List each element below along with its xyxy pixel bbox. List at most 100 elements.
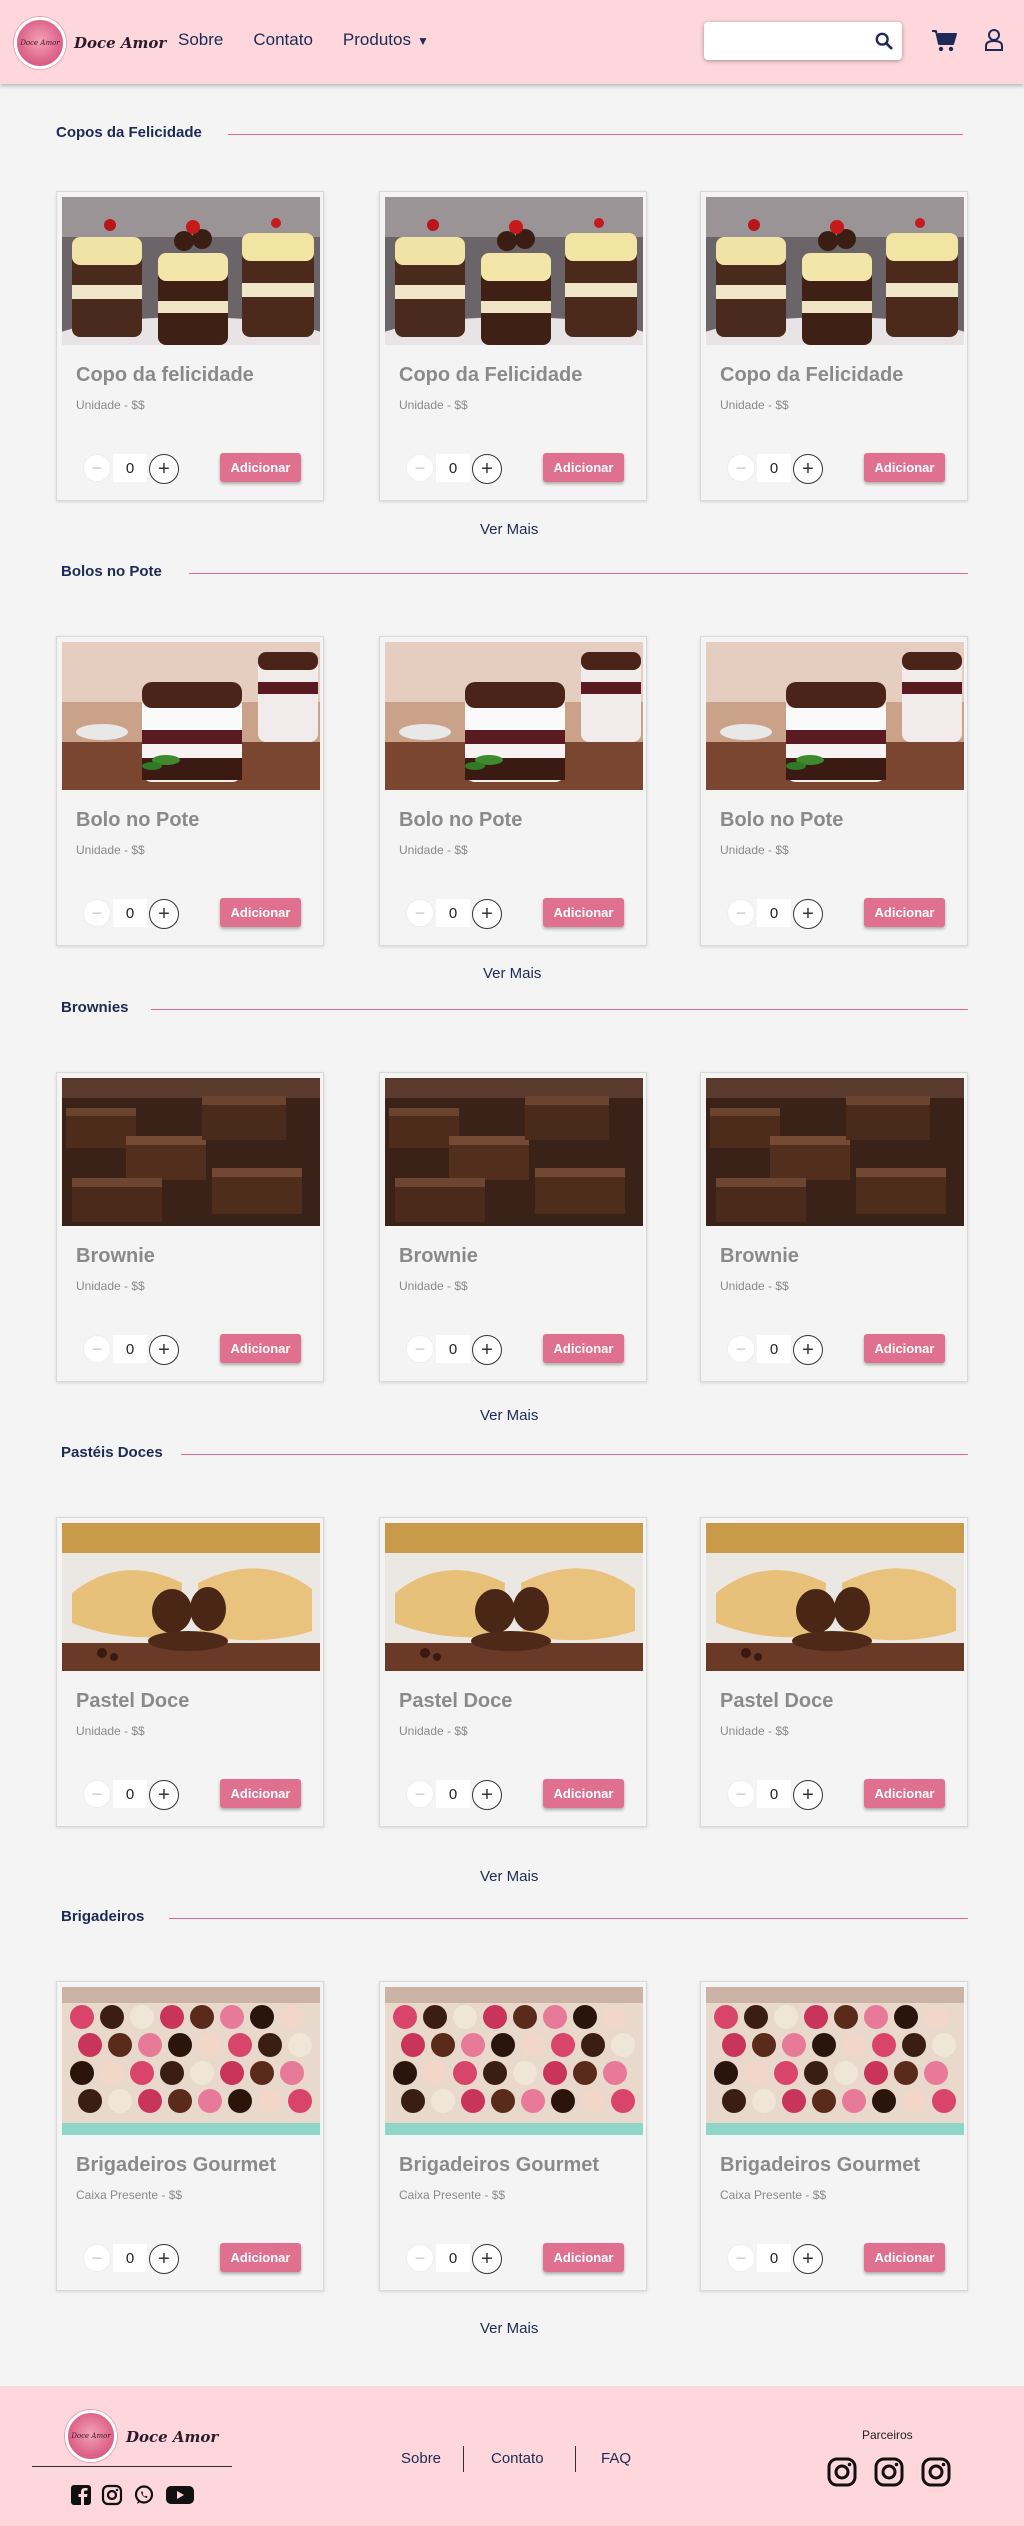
product-image[interactable] <box>706 1987 964 2135</box>
product-image[interactable] <box>62 197 320 345</box>
quantity-value[interactable]: 0 <box>757 1780 791 1808</box>
user-icon[interactable] <box>984 28 1004 52</box>
decrease-quantity-button[interactable]: − <box>406 1780 434 1808</box>
see-more-link[interactable]: Ver Mais <box>483 965 541 982</box>
search-icon[interactable] <box>875 32 893 50</box>
decrease-quantity-button[interactable]: − <box>83 1780 111 1808</box>
increase-quantity-button[interactable]: + <box>472 2244 502 2274</box>
partner-instagram-icon[interactable] <box>873 2456 905 2488</box>
increase-quantity-button[interactable]: + <box>472 454 502 484</box>
add-to-cart-button[interactable]: Adicionar <box>220 1334 301 1363</box>
increase-quantity-button[interactable]: + <box>149 2244 179 2274</box>
product-image[interactable] <box>62 1987 320 2135</box>
footer-link-contato[interactable]: Contato <box>491 2450 544 2467</box>
see-more-link[interactable]: Ver Mais <box>480 2320 538 2337</box>
increase-quantity-button[interactable]: + <box>472 899 502 929</box>
decrease-quantity-button[interactable]: − <box>83 899 111 927</box>
increase-quantity-button[interactable]: + <box>793 454 823 484</box>
increase-quantity-button[interactable]: + <box>149 1335 179 1365</box>
product-image[interactable] <box>706 1078 964 1226</box>
quantity-value[interactable]: 0 <box>113 1780 147 1808</box>
quantity-value[interactable]: 0 <box>436 1780 470 1808</box>
product-image[interactable] <box>385 1523 643 1671</box>
increase-quantity-button[interactable]: + <box>149 1780 179 1810</box>
quantity-value[interactable]: 0 <box>436 899 470 927</box>
decrease-quantity-button[interactable]: − <box>406 2244 434 2272</box>
product-image[interactable] <box>706 642 964 790</box>
quantity-value[interactable]: 0 <box>113 2244 147 2272</box>
quantity-value[interactable]: 0 <box>436 2244 470 2272</box>
decrease-quantity-button[interactable]: − <box>727 454 755 482</box>
decrease-quantity-button[interactable]: − <box>406 454 434 482</box>
nav-produtos[interactable]: Produtos ▼ <box>343 30 429 50</box>
add-to-cart-button[interactable]: Adicionar <box>543 2243 624 2272</box>
add-to-cart-button[interactable]: Adicionar <box>220 453 301 482</box>
quantity-value[interactable]: 0 <box>436 454 470 482</box>
add-to-cart-button[interactable]: Adicionar <box>220 2243 301 2272</box>
decrease-quantity-button[interactable]: − <box>406 1335 434 1363</box>
quantity-value[interactable]: 0 <box>436 1335 470 1363</box>
decrease-quantity-button[interactable]: − <box>727 2244 755 2272</box>
whatsapp-icon[interactable] <box>133 2484 155 2506</box>
add-to-cart-button[interactable]: Adicionar <box>864 2243 945 2272</box>
quantity-value[interactable]: 0 <box>113 1335 147 1363</box>
add-to-cart-button[interactable]: Adicionar <box>543 453 624 482</box>
see-more-link[interactable]: Ver Mais <box>480 1407 538 1424</box>
facebook-icon[interactable] <box>70 2484 92 2506</box>
quantity-value[interactable]: 0 <box>757 1335 791 1363</box>
increase-quantity-button[interactable]: + <box>472 1335 502 1365</box>
logo[interactable]: Doce Amor Doce Amor <box>14 17 166 69</box>
increase-quantity-button[interactable]: + <box>472 1780 502 1810</box>
increase-quantity-button[interactable]: + <box>149 899 179 929</box>
see-more-link[interactable]: Ver Mais <box>480 1868 538 1885</box>
add-to-cart-button[interactable]: Adicionar <box>864 453 945 482</box>
nav-sobre[interactable]: Sobre <box>178 30 223 50</box>
add-to-cart-button[interactable]: Adicionar <box>543 1334 624 1363</box>
add-to-cart-button[interactable]: Adicionar <box>864 1779 945 1808</box>
quantity-value[interactable]: 0 <box>113 454 147 482</box>
decrease-quantity-button[interactable]: − <box>83 1335 111 1363</box>
product-image[interactable] <box>62 642 320 790</box>
add-to-cart-button[interactable]: Adicionar <box>864 898 945 927</box>
increase-quantity-button[interactable]: + <box>793 1335 823 1365</box>
decrease-quantity-button[interactable]: − <box>83 2244 111 2272</box>
footer-logo-badge[interactable]: Doce Amor <box>65 2410 117 2462</box>
increase-quantity-button[interactable]: + <box>793 1780 823 1810</box>
product-image[interactable] <box>385 1078 643 1226</box>
partner-instagram-icon[interactable] <box>920 2456 952 2488</box>
quantity-value[interactable]: 0 <box>757 2244 791 2272</box>
nav-contato[interactable]: Contato <box>253 30 313 50</box>
quantity-value[interactable]: 0 <box>113 899 147 927</box>
product-price: Unidade - $$ <box>399 1279 468 1293</box>
youtube-icon[interactable] <box>165 2484 195 2506</box>
add-to-cart-button[interactable]: Adicionar <box>864 1334 945 1363</box>
add-to-cart-button[interactable]: Adicionar <box>543 898 624 927</box>
product-image[interactable] <box>706 1523 964 1671</box>
footer-link-faq[interactable]: FAQ <box>601 2450 631 2467</box>
quantity-value[interactable]: 0 <box>757 454 791 482</box>
increase-quantity-button[interactable]: + <box>149 454 179 484</box>
footer-link-sobre[interactable]: Sobre <box>401 2450 441 2467</box>
add-to-cart-button[interactable]: Adicionar <box>220 1779 301 1808</box>
add-to-cart-button[interactable]: Adicionar <box>220 898 301 927</box>
quantity-value[interactable]: 0 <box>757 899 791 927</box>
product-image[interactable] <box>62 1523 320 1671</box>
decrease-quantity-button[interactable]: − <box>406 899 434 927</box>
product-image[interactable] <box>385 197 643 345</box>
instagram-icon[interactable] <box>101 2484 123 2506</box>
decrease-quantity-button[interactable]: − <box>727 1780 755 1808</box>
add-to-cart-button[interactable]: Adicionar <box>543 1779 624 1808</box>
see-more-link[interactable]: Ver Mais <box>480 521 538 538</box>
product-image[interactable] <box>385 1987 643 2135</box>
decrease-quantity-button[interactable]: − <box>727 1335 755 1363</box>
decrease-quantity-button[interactable]: − <box>83 454 111 482</box>
increase-quantity-button[interactable]: + <box>793 2244 823 2274</box>
decrease-quantity-button[interactable]: − <box>727 899 755 927</box>
product-image[interactable] <box>385 642 643 790</box>
partner-instagram-icon[interactable] <box>826 2456 858 2488</box>
product-image[interactable] <box>706 197 964 345</box>
cart-icon[interactable] <box>931 29 957 53</box>
search-input[interactable] <box>704 22 864 60</box>
product-image[interactable] <box>62 1078 320 1226</box>
increase-quantity-button[interactable]: + <box>793 899 823 929</box>
